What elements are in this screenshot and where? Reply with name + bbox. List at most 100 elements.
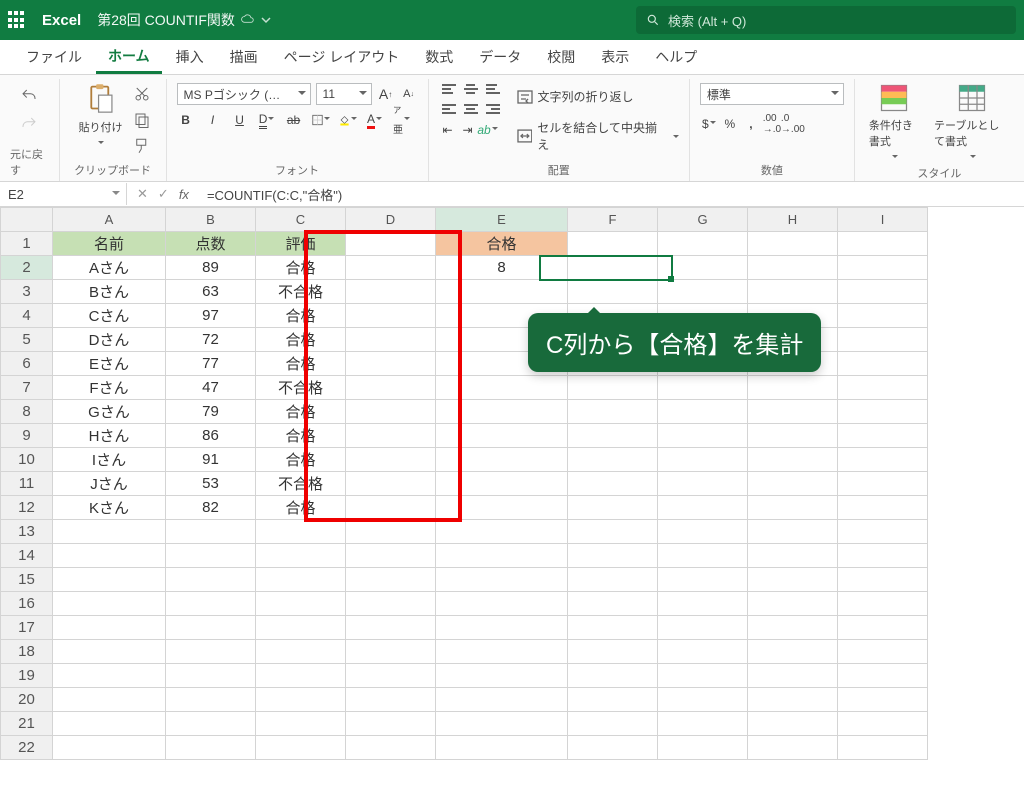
row-header-16[interactable]: 16 (1, 592, 53, 616)
double-underline-button[interactable]: D (258, 111, 276, 129)
strikethrough-button[interactable]: ab (285, 111, 303, 129)
cell-D1[interactable] (346, 232, 436, 256)
cut-icon[interactable] (133, 85, 151, 103)
fill-color-button[interactable] (339, 111, 357, 129)
cell-A10[interactable]: Iさん (53, 448, 166, 472)
cell-B11[interactable]: 53 (166, 472, 256, 496)
cell-E2[interactable]: 8 (436, 256, 568, 280)
row-header-9[interactable]: 9 (1, 424, 53, 448)
cell-E9[interactable] (436, 424, 568, 448)
row-header-11[interactable]: 11 (1, 472, 53, 496)
font-size-select[interactable]: 11 (316, 83, 372, 105)
cell-C4[interactable]: 合格 (256, 304, 346, 328)
cell-C8[interactable]: 合格 (256, 400, 346, 424)
merge-center-button[interactable]: セルを結合して中央揃え (517, 116, 679, 156)
row-header-17[interactable]: 17 (1, 616, 53, 640)
decrease-font-icon[interactable]: A↓ (400, 85, 418, 103)
col-header-C[interactable]: C (256, 208, 346, 232)
search-box[interactable]: 検索 (Alt + Q) (636, 6, 1016, 34)
tab-ページ レイアウト[interactable]: ページ レイアウト (272, 39, 412, 74)
align-bottom-icon[interactable] (483, 81, 503, 99)
decrease-indent-icon[interactable]: ⇤ (439, 121, 457, 139)
cell-B10[interactable]: 91 (166, 448, 256, 472)
row-header-22[interactable]: 22 (1, 736, 53, 760)
col-header-A[interactable]: A (53, 208, 166, 232)
conditional-format-button[interactable]: 条件付き書式 (865, 81, 924, 163)
tab-ファイル[interactable]: ファイル (14, 39, 94, 74)
align-right-icon[interactable] (483, 101, 503, 119)
tab-ヘルプ[interactable]: ヘルプ (643, 39, 709, 74)
col-header-D[interactable]: D (346, 208, 436, 232)
cell-A11[interactable]: Jさん (53, 472, 166, 496)
cell-C12[interactable]: 合格 (256, 496, 346, 520)
row-header-3[interactable]: 3 (1, 280, 53, 304)
cell-A7[interactable]: Fさん (53, 376, 166, 400)
comma-format-icon[interactable]: , (742, 115, 760, 133)
cell-A6[interactable]: Eさん (53, 352, 166, 376)
cell-E11[interactable] (436, 472, 568, 496)
fx-icon[interactable]: fx (179, 187, 189, 202)
align-top-icon[interactable] (439, 81, 459, 99)
app-launcher-icon[interactable] (8, 11, 26, 29)
cancel-formula-icon[interactable]: ✕ (137, 186, 148, 202)
row-header-15[interactable]: 15 (1, 568, 53, 592)
formula-input[interactable]: =COUNTIF(C:C,"合格") (199, 185, 1024, 204)
cell-E7[interactable] (436, 376, 568, 400)
row-header-2[interactable]: 2 (1, 256, 53, 280)
orientation-icon[interactable]: ab (479, 121, 497, 139)
cell-C7[interactable]: 不合格 (256, 376, 346, 400)
phonetic-button[interactable]: ア亜 (393, 111, 411, 129)
decrease-decimal-icon[interactable]: .0→.00 (784, 115, 802, 133)
cell-C6[interactable]: 合格 (256, 352, 346, 376)
cell-A9[interactable]: Hさん (53, 424, 166, 448)
cell-C11[interactable]: 不合格 (256, 472, 346, 496)
cell-C2[interactable]: 合格 (256, 256, 346, 280)
cell-C10[interactable]: 合格 (256, 448, 346, 472)
cell-B2[interactable]: 89 (166, 256, 256, 280)
align-middle-icon[interactable] (461, 81, 481, 99)
font-name-select[interactable]: MS Pゴシック (… (177, 83, 311, 105)
format-painter-icon[interactable] (133, 137, 151, 155)
bold-button[interactable]: B (177, 111, 195, 129)
cell-A2[interactable]: Aさん (53, 256, 166, 280)
enter-formula-icon[interactable]: ✓ (158, 186, 169, 202)
cell-C3[interactable]: 不合格 (256, 280, 346, 304)
cell-B4[interactable]: 97 (166, 304, 256, 328)
cell-B3[interactable]: 63 (166, 280, 256, 304)
row-header-1[interactable]: 1 (1, 232, 53, 256)
col-header-I[interactable]: I (838, 208, 928, 232)
cell-B7[interactable]: 47 (166, 376, 256, 400)
select-all-corner[interactable] (1, 208, 53, 232)
undo-icon[interactable] (19, 87, 39, 105)
border-button[interactable] (312, 111, 330, 129)
col-header-F[interactable]: F (568, 208, 658, 232)
cell-C1[interactable]: 評価 (256, 232, 346, 256)
cell-B1[interactable]: 点数 (166, 232, 256, 256)
italic-button[interactable]: I (204, 111, 222, 129)
cell-B5[interactable]: 72 (166, 328, 256, 352)
cell-B8[interactable]: 79 (166, 400, 256, 424)
col-header-E[interactable]: E (436, 208, 568, 232)
row-header-18[interactable]: 18 (1, 640, 53, 664)
tab-データ[interactable]: データ (467, 39, 533, 74)
percent-format-icon[interactable]: % (721, 115, 739, 133)
align-left-icon[interactable] (439, 101, 459, 119)
wrap-text-button[interactable]: 文字列の折り返し (517, 85, 679, 108)
row-header-4[interactable]: 4 (1, 304, 53, 328)
row-header-12[interactable]: 12 (1, 496, 53, 520)
tab-描画[interactable]: 描画 (218, 39, 270, 74)
cell-E1[interactable]: 合格 (436, 232, 568, 256)
cell-B6[interactable]: 77 (166, 352, 256, 376)
cell-E10[interactable] (436, 448, 568, 472)
tab-表示[interactable]: 表示 (589, 39, 641, 74)
row-header-5[interactable]: 5 (1, 328, 53, 352)
font-color-button[interactable]: A (366, 111, 384, 129)
name-box[interactable]: E2 (0, 183, 127, 205)
cell-B12[interactable]: 82 (166, 496, 256, 520)
table-format-button[interactable]: テーブルとして書式 (930, 81, 1014, 163)
tab-挿入[interactable]: 挿入 (164, 39, 216, 74)
row-header-10[interactable]: 10 (1, 448, 53, 472)
cell-A3[interactable]: Bさん (53, 280, 166, 304)
accounting-format-icon[interactable]: $ (700, 115, 718, 133)
cell-E12[interactable] (436, 496, 568, 520)
